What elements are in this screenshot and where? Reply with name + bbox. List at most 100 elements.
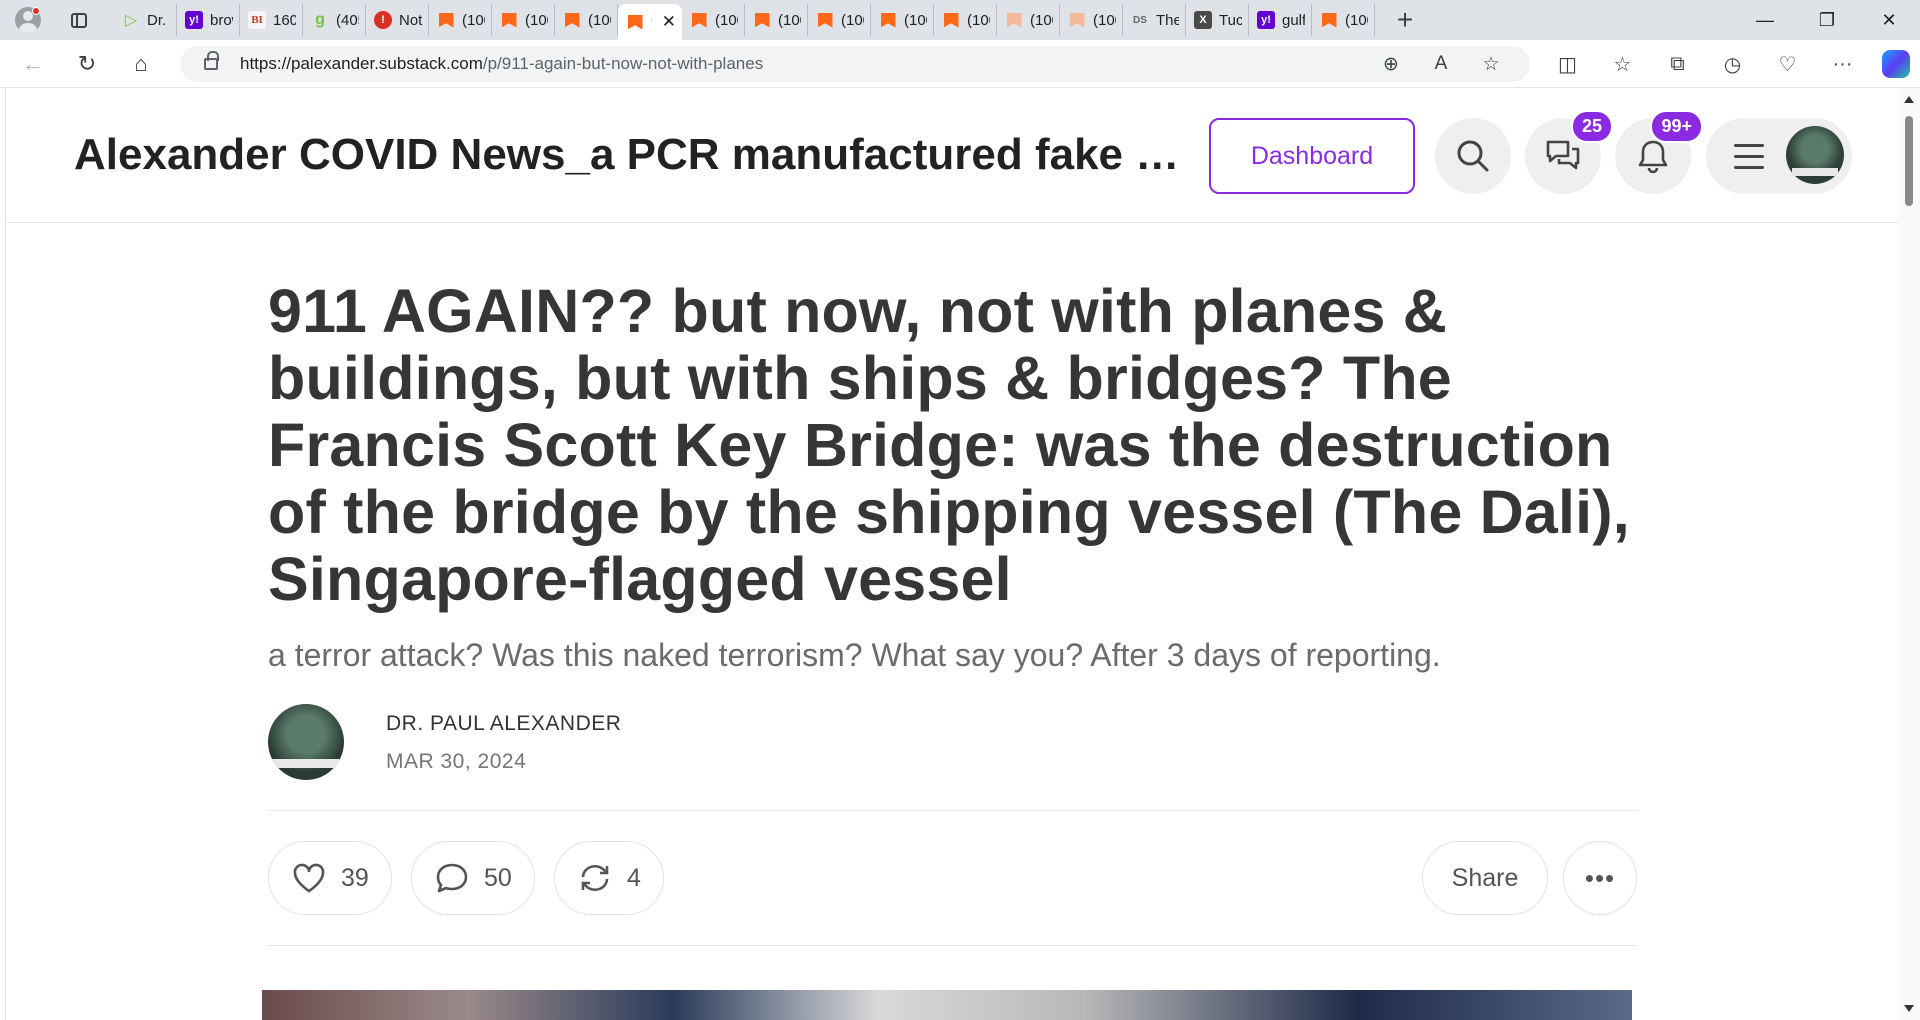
share-label: Share bbox=[1451, 863, 1519, 892]
tab-title: (100) bbox=[778, 11, 801, 29]
tab[interactable]: (100) bbox=[745, 4, 808, 36]
tab[interactable]: DS The ( bbox=[1123, 4, 1186, 36]
restack-count: 4 bbox=[627, 863, 641, 892]
tab-title: (100) bbox=[1345, 11, 1368, 29]
tab[interactable]: (100) bbox=[555, 4, 618, 36]
zoom-icon[interactable]: ⊕ bbox=[1366, 53, 1416, 76]
substack-icon bbox=[563, 11, 581, 29]
substack-icon bbox=[690, 11, 708, 29]
share-button[interactable]: Share bbox=[1422, 841, 1548, 915]
yahoo-icon: y! bbox=[1257, 11, 1275, 29]
comment-button[interactable]: 50 bbox=[411, 841, 535, 915]
dashboard-button[interactable]: Dashboard bbox=[1209, 118, 1415, 194]
tab[interactable]: (100) bbox=[871, 4, 934, 36]
tab-title: (100) bbox=[841, 11, 864, 29]
play-icon: ▷ bbox=[124, 12, 138, 29]
home-button[interactable]: ⌂ bbox=[120, 43, 162, 85]
article-headline: 911 AGAIN?? but now, not with planes & b… bbox=[268, 277, 1630, 613]
chat-badge: 25 bbox=[1570, 110, 1613, 143]
substack-icon bbox=[1005, 11, 1023, 29]
notifications-button[interactable]: 99+ bbox=[1615, 110, 1703, 194]
lock-icon[interactable] bbox=[204, 51, 219, 70]
search-button[interactable] bbox=[1435, 118, 1511, 194]
tab-title: (405 bbox=[336, 11, 359, 29]
tab-title: Dr. N bbox=[147, 11, 170, 29]
collections-icon[interactable]: ⧉ bbox=[1650, 53, 1705, 76]
tab[interactable]: (100) bbox=[1060, 4, 1123, 36]
url-host: https://palexander.substack.com bbox=[240, 54, 483, 73]
like-button[interactable]: 39 bbox=[268, 841, 392, 915]
site-title[interactable]: Alexander COVID News_a PCR manufactured … bbox=[74, 130, 1194, 180]
yahoo-icon: y! bbox=[185, 11, 203, 29]
tab[interactable]: X Tuck bbox=[1186, 4, 1249, 36]
tab-actions-icon[interactable] bbox=[62, 0, 96, 40]
tab[interactable]: (100) bbox=[492, 4, 555, 36]
hero-image bbox=[262, 990, 1632, 1020]
site-header: Alexander COVID News_a PCR manufactured … bbox=[6, 88, 1899, 223]
post-date: MAR 30, 2024 bbox=[386, 750, 527, 773]
scroll-down-icon[interactable] bbox=[1904, 1005, 1914, 1012]
refresh-button[interactable]: ↻ bbox=[66, 43, 108, 85]
close-window-button[interactable]: ✕ bbox=[1858, 0, 1920, 40]
author-name[interactable]: DR. PAUL ALEXANDER bbox=[386, 712, 621, 736]
restack-icon bbox=[581, 865, 609, 891]
chat-icon bbox=[1546, 140, 1580, 170]
tab-list: ▷ Dr. N y! brow BI 160 F g (405! Not F (100) (100)… bbox=[114, 0, 1375, 40]
substack-icon bbox=[1068, 11, 1086, 29]
substack-icon bbox=[753, 11, 771, 29]
post-actions: 39 50 4 Share ••• bbox=[268, 811, 1648, 945]
article-subtitle: a terror attack? Was this naked terroris… bbox=[268, 637, 1441, 673]
read-aloud-icon[interactable]: A bbox=[1416, 53, 1466, 75]
tab[interactable]: g (405 bbox=[303, 4, 366, 36]
new-tab-button[interactable]: + bbox=[1385, 0, 1425, 40]
tab-title: gulf ( bbox=[1282, 11, 1305, 29]
comment-count: 50 bbox=[484, 863, 512, 892]
tab[interactable]: (100) bbox=[1312, 4, 1375, 36]
bell-icon bbox=[1638, 140, 1668, 174]
more-menu-icon[interactable]: ··· bbox=[1815, 53, 1870, 76]
more-options-button[interactable]: ••• bbox=[1563, 841, 1637, 915]
tab[interactable]: (100) bbox=[429, 4, 492, 36]
author-avatar[interactable] bbox=[268, 704, 344, 780]
tab[interactable]: (100) bbox=[808, 4, 871, 36]
address-bar[interactable]: https://palexander.substack.com/p/911-ag… bbox=[180, 46, 1530, 82]
tab-title: brow bbox=[210, 11, 233, 29]
tab[interactable]: ! Not F bbox=[366, 4, 429, 36]
user-avatar bbox=[1786, 126, 1844, 184]
ds-icon: DS bbox=[1133, 14, 1147, 26]
scroll-up-icon[interactable] bbox=[1904, 96, 1914, 103]
article: 911 AGAIN?? but now, not with planes & b… bbox=[268, 278, 1648, 946]
tab-active[interactable]: 9✕ bbox=[618, 4, 682, 40]
close-tab-icon[interactable]: ✕ bbox=[662, 12, 676, 32]
scroll-thumb[interactable] bbox=[1905, 116, 1913, 206]
page-scrollbar[interactable] bbox=[1898, 88, 1920, 1020]
url-text[interactable]: https://palexander.substack.com/p/911-ag… bbox=[240, 54, 763, 74]
back-button[interactable]: ← bbox=[12, 43, 54, 85]
tab[interactable]: ▷ Dr. N bbox=[114, 4, 177, 36]
tab[interactable]: y! brow bbox=[177, 4, 240, 36]
byline: DR. PAUL ALEXANDER MAR 30, 2024 bbox=[268, 704, 1648, 782]
favorites-icon[interactable]: ☆ bbox=[1595, 52, 1650, 77]
minimize-button[interactable]: — bbox=[1734, 0, 1796, 40]
tab[interactable]: y! gulf ( bbox=[1249, 4, 1312, 36]
tab[interactable]: BI 160 F bbox=[240, 4, 303, 36]
tab[interactable]: (100) bbox=[682, 4, 745, 36]
profile-icon[interactable] bbox=[8, 0, 48, 40]
account-menu-button[interactable] bbox=[1706, 118, 1852, 194]
tab[interactable]: (100) bbox=[997, 4, 1060, 36]
split-screen-icon[interactable]: ◫ bbox=[1540, 52, 1595, 77]
g-icon: g bbox=[315, 11, 325, 28]
tab[interactable]: (100) bbox=[934, 4, 997, 36]
tab-title: 9 bbox=[651, 14, 652, 31]
copilot-icon[interactable] bbox=[1882, 50, 1910, 78]
hamburger-icon bbox=[1734, 144, 1764, 169]
restore-button[interactable]: ❐ bbox=[1796, 0, 1858, 40]
ellipsis-icon: ••• bbox=[1584, 862, 1616, 893]
favorite-star-icon[interactable]: ☆ bbox=[1466, 53, 1516, 76]
chat-button[interactable]: 25 bbox=[1525, 110, 1613, 194]
browser-essentials-icon[interactable]: ♡ bbox=[1760, 52, 1815, 77]
window-controls: — ❐ ✕ bbox=[1734, 0, 1920, 40]
restack-button[interactable]: 4 bbox=[554, 841, 664, 915]
history-icon[interactable]: ◷ bbox=[1705, 52, 1760, 77]
tab-title: (100) bbox=[1093, 11, 1116, 29]
